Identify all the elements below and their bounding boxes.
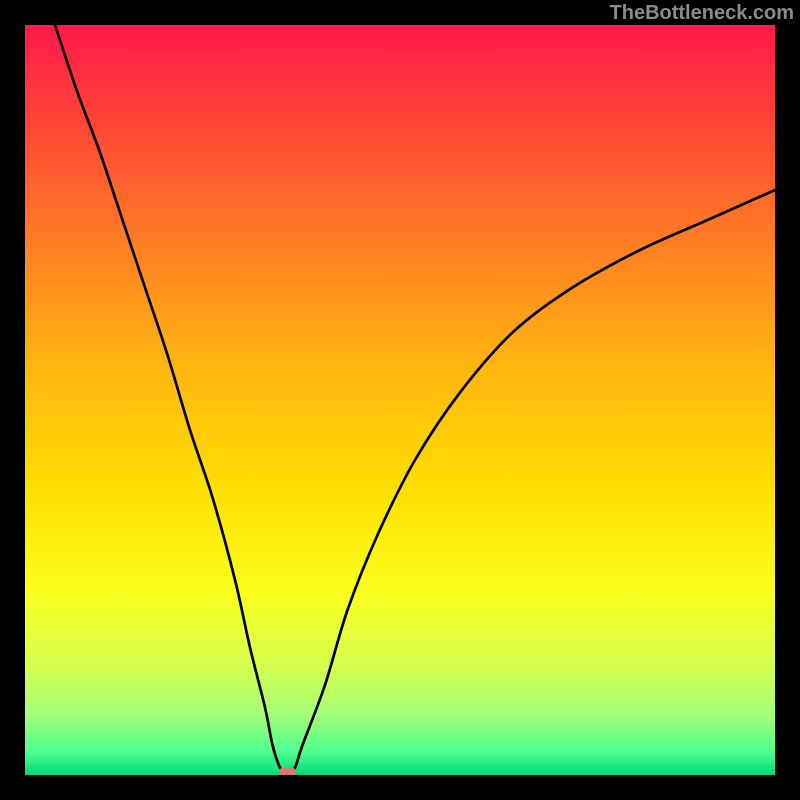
chart-svg [25, 25, 775, 775]
chart-frame: TheBottleneck.com [0, 0, 800, 800]
bottleneck-curve [55, 25, 775, 775]
plot-area [25, 25, 775, 775]
watermark-label: TheBottleneck.com [610, 2, 794, 25]
optimum-point-marker [279, 768, 297, 776]
